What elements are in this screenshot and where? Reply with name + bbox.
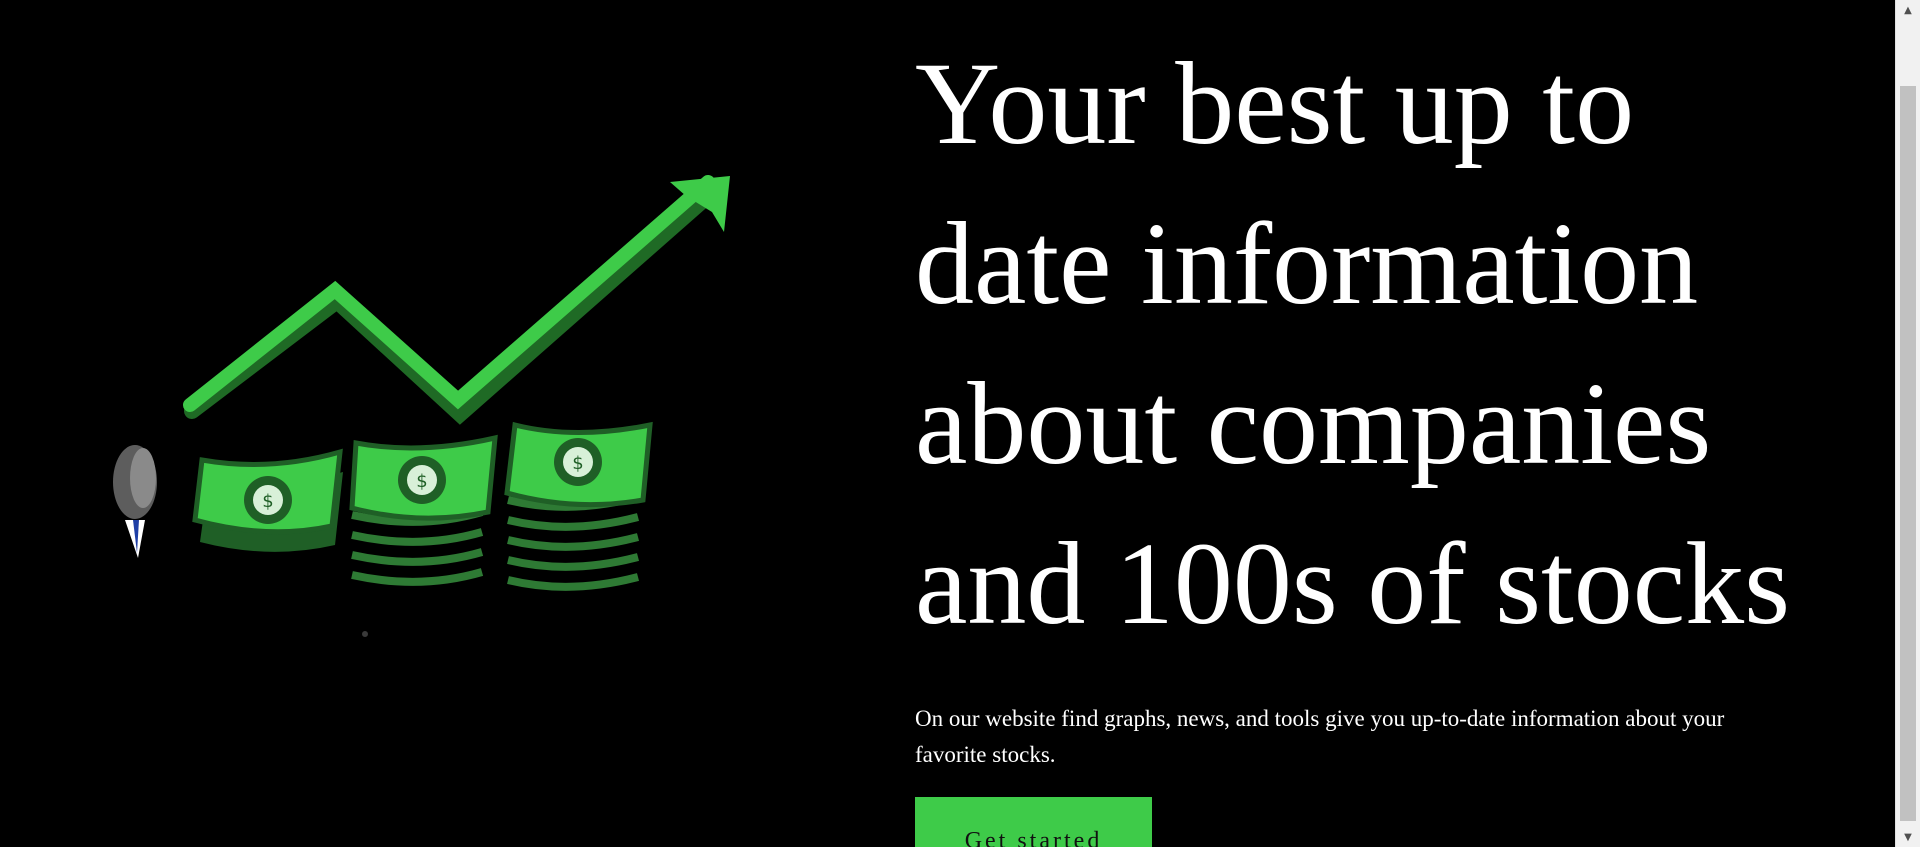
headline-line: and 100s of stocks xyxy=(915,518,1791,649)
growth-arrow-shadow xyxy=(184,186,718,425)
svg-text:$: $ xyxy=(572,453,583,474)
scrollbar-thumb[interactable] xyxy=(1900,86,1916,821)
page-viewport: $ $ $ Your best up to date information a… xyxy=(0,0,1895,847)
scroll-up-arrow-icon[interactable]: ▲ xyxy=(1896,0,1920,20)
hero-text-block: Your best up to date information about c… xyxy=(915,24,1835,847)
hero-subtext: On our website find graphs, news, and to… xyxy=(915,706,1725,767)
money-bills-icon: $ xyxy=(349,434,498,586)
hero-headline: Your best up to date information about c… xyxy=(915,24,1835,664)
businessman-figure xyxy=(113,445,157,558)
money-bills-icon: $ xyxy=(504,421,653,591)
svg-text:$: $ xyxy=(416,471,427,492)
vertical-scrollbar[interactable]: ▲ ▼ xyxy=(1895,0,1920,847)
money-bills-icon: $ xyxy=(192,448,343,552)
growth-arrow-line xyxy=(183,175,715,412)
scroll-down-arrow-icon[interactable]: ▼ xyxy=(1896,827,1920,847)
headline-line: date information xyxy=(915,198,1699,329)
headline-line: about companies xyxy=(915,358,1712,489)
headline-line: Your best up to xyxy=(915,38,1635,169)
stock-growth-money-illustration: $ $ $ xyxy=(113,175,730,637)
get-started-button[interactable]: Get started xyxy=(915,797,1152,847)
decorative-dot xyxy=(362,631,368,637)
svg-text:$: $ xyxy=(262,491,273,512)
